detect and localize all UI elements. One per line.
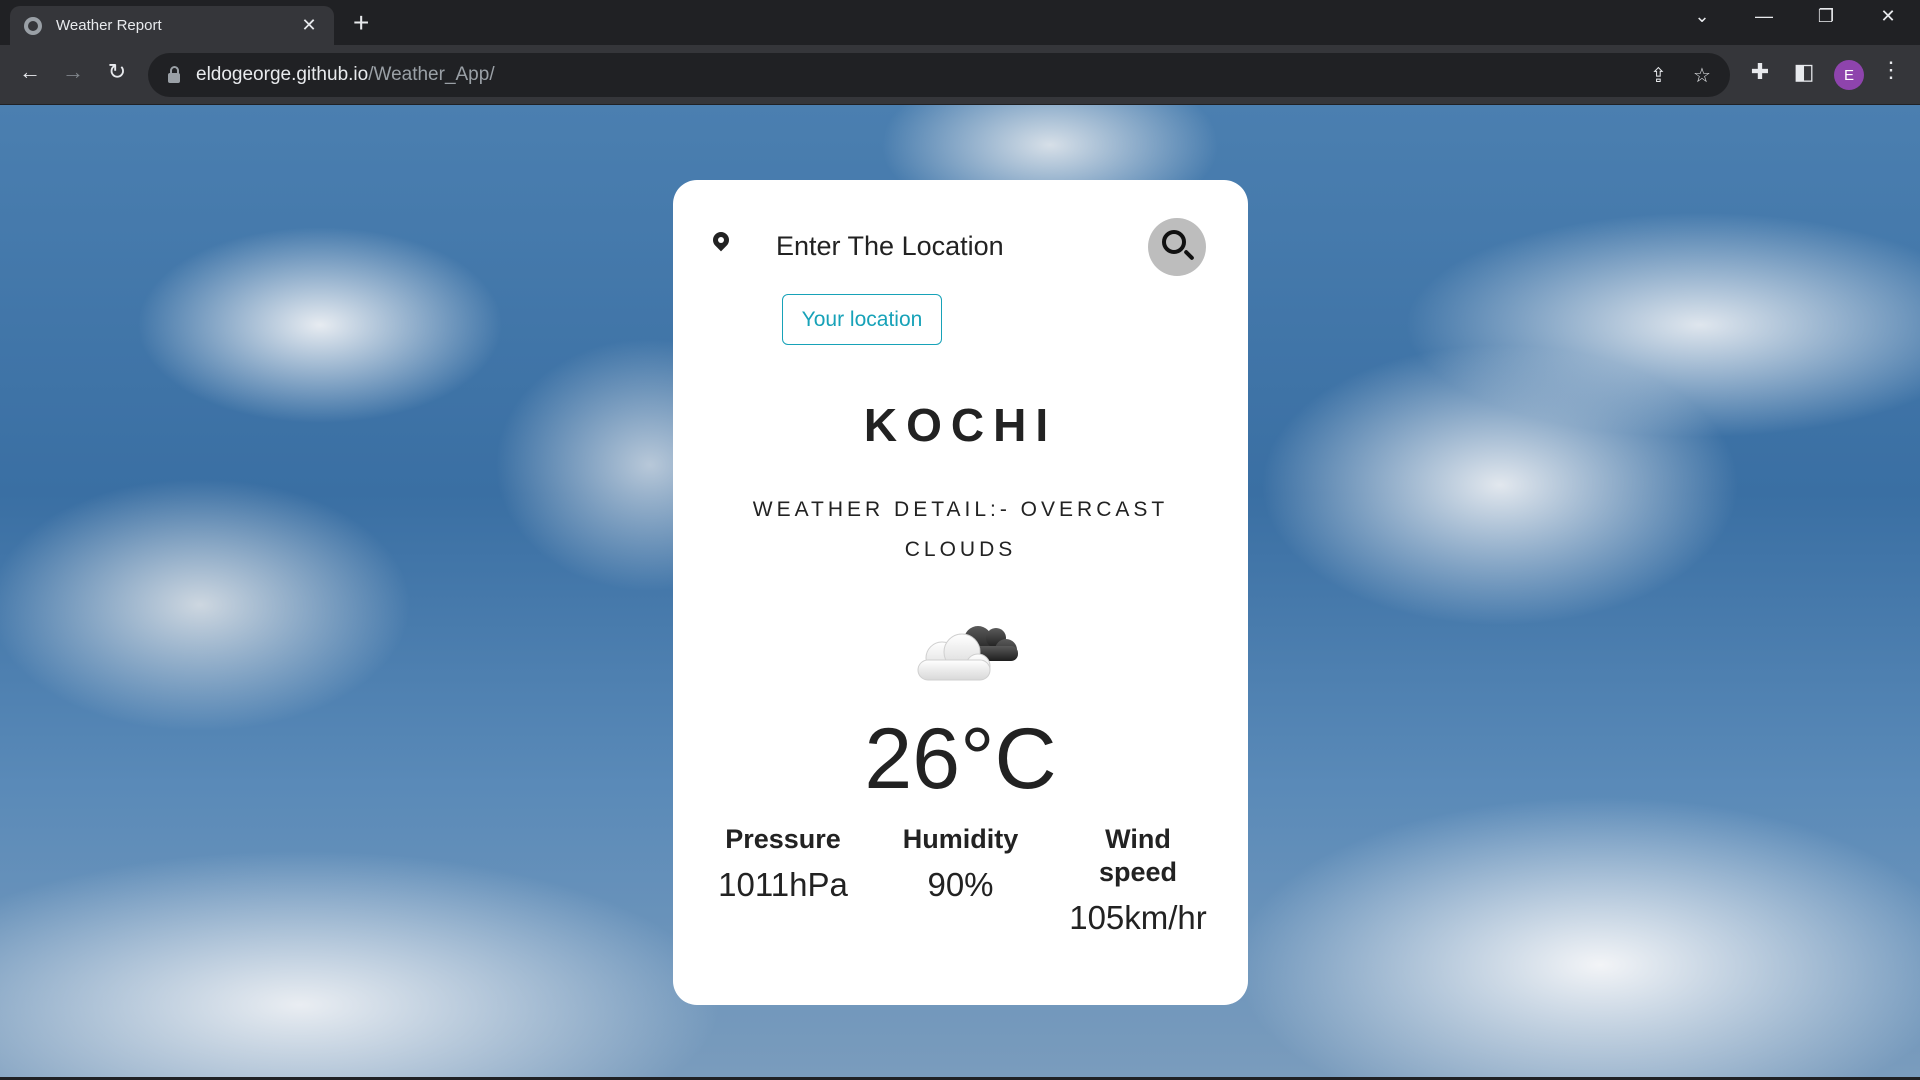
- stat-label: Humidity: [902, 824, 1019, 854]
- share-icon[interactable]: ⇪: [1650, 63, 1667, 88]
- address-bar[interactable]: eldogeorge.github.io /Weather_App/ ⇪ ☆: [148, 53, 1730, 97]
- close-window-icon[interactable]: ✕: [1868, 6, 1908, 27]
- star-icon[interactable]: ☆: [1693, 63, 1711, 88]
- stat-label: Wind speed: [1098, 824, 1178, 887]
- overcast-cloud-icon: [917, 626, 1018, 681]
- weather-stats: Pressure 1011hPa Humidity 90% Wind speed…: [703, 823, 1218, 937]
- stat-value: 105km/hr: [1069, 899, 1207, 936]
- url-path: /Weather_App/: [368, 64, 495, 85]
- weather-card: Your location KOCHI WEATHER DETAIL:- OVE…: [673, 180, 1248, 1005]
- pressure-stat: Pressure 1011hPa: [703, 823, 863, 937]
- browser-tab[interactable]: Weather Report ✕: [10, 6, 334, 45]
- page-viewport: Your location KOCHI WEATHER DETAIL:- OVE…: [0, 105, 1920, 1077]
- your-location-button[interactable]: Your location: [782, 294, 942, 345]
- url-host: eldogeorge.github.io: [196, 64, 369, 85]
- stat-value: 90%: [927, 866, 994, 903]
- humidity-stat: Humidity 90%: [881, 823, 1041, 937]
- browser-tab-bar: Weather Report ✕ + ⌄ — ❐ ✕: [0, 0, 1920, 45]
- location-search-input[interactable]: [776, 226, 1126, 266]
- close-tab-icon[interactable]: ✕: [298, 15, 320, 36]
- search-icon: [1162, 230, 1186, 254]
- wind-speed-stat: Wind speed 105km/hr: [1058, 823, 1218, 937]
- stat-value: 1011hPa: [718, 866, 848, 903]
- globe-icon: [24, 16, 42, 35]
- profile-avatar[interactable]: E: [1834, 60, 1864, 90]
- location-pin-icon: [709, 228, 733, 252]
- stat-label: Pressure: [725, 824, 841, 854]
- minimize-icon[interactable]: —: [1744, 6, 1784, 27]
- tab-title: Weather Report: [56, 17, 162, 34]
- restore-icon[interactable]: ❐: [1806, 6, 1846, 27]
- search-button[interactable]: [1148, 218, 1206, 276]
- puzzle-icon[interactable]: ✚: [1745, 59, 1775, 85]
- reload-icon[interactable]: ↻: [102, 59, 132, 85]
- city-name: KOCHI: [863, 399, 1058, 451]
- tab-search-icon[interactable]: ⌄: [1682, 6, 1722, 27]
- lock-icon[interactable]: [168, 65, 180, 83]
- temperature: 26°C: [864, 711, 1057, 807]
- forward-arrow-icon[interactable]: →: [58, 59, 88, 85]
- side-panel-icon[interactable]: ◧: [1789, 59, 1819, 85]
- weather-detail: WEATHER DETAIL:- OVERCAST CLOUDS: [752, 498, 1169, 561]
- back-arrow-icon[interactable]: ←: [15, 59, 45, 85]
- kebab-menu-icon[interactable]: ⋮: [1880, 57, 1902, 83]
- new-tab-button[interactable]: +: [353, 9, 369, 37]
- browser-toolbar: ← → ↻ eldogeorge.github.io /Weather_App/…: [0, 45, 1920, 105]
